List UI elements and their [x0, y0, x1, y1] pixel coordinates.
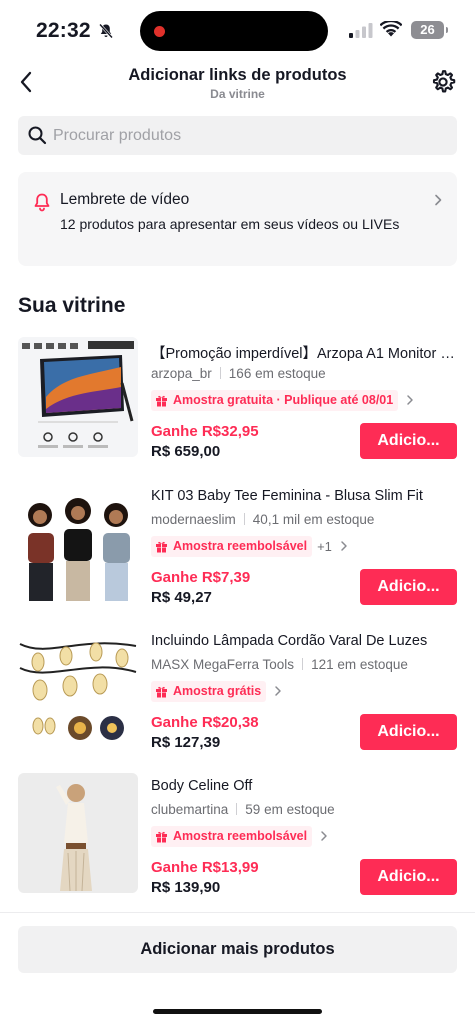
- add-product-button[interactable]: Adicio...: [360, 423, 457, 459]
- product-title: 【Promoção imperdível】Arzopa A1 Monitor P…: [151, 346, 457, 362]
- body-garment-image: [56, 784, 92, 892]
- product-meta: modernaeslim 40,1 mil em estoque: [151, 512, 374, 527]
- add-product-button[interactable]: Adicio...: [360, 714, 457, 750]
- sample-badge: Amostra reembolsável: [151, 535, 313, 557]
- nav-header: Adicionar links de produtos Da vitrine: [0, 58, 475, 108]
- bell-slash-icon: [99, 23, 113, 39]
- gift-icon: [156, 395, 167, 407]
- string-lights-image: [19, 642, 137, 740]
- sample-badge-row[interactable]: Amostra reembolsável +1: [151, 535, 350, 557]
- sample-badge-label: Amostra gratuita · Publique até 08/01: [173, 393, 394, 407]
- product-title: Body Celine Off: [151, 778, 253, 794]
- sample-badge: Amostra reembolsável: [151, 825, 313, 847]
- stock-count: 121 em estoque: [311, 657, 408, 672]
- chevron-right-icon: [341, 541, 347, 551]
- chevron-right-icon: [321, 831, 327, 841]
- signal-icon: [349, 23, 373, 38]
- sample-badge-label: Amostra reembolsável: [173, 829, 308, 843]
- reminder-title: Lembrete de vídeo: [60, 191, 190, 208]
- gift-icon: [156, 831, 167, 843]
- sample-badge-label: Amostra reembolsável: [173, 539, 308, 553]
- gift-icon: [156, 686, 167, 698]
- sample-badge-row[interactable]: Amostra gratuita · Publique até 08/01: [151, 389, 416, 411]
- status-bar: 22:32 26: [0, 0, 475, 58]
- battery-icon: 26: [411, 21, 448, 39]
- chevron-right-icon: [407, 395, 413, 405]
- dynamic-island: [140, 11, 328, 51]
- product-row[interactable]: Body Celine Off clubemartina 59 em estoqu…: [0, 773, 475, 903]
- commission-earn: Ganhe R$20,38: [151, 714, 259, 731]
- product-row[interactable]: Incluindo Lâmpada Cordão Varal De Luzes …: [0, 628, 475, 758]
- sample-badge: Amostra gratuita · Publique até 08/01: [151, 389, 399, 411]
- stock-count: 40,1 mil em estoque: [252, 512, 375, 527]
- monitor-image: [22, 341, 134, 448]
- sample-badge-label: Amostra grátis: [173, 684, 262, 698]
- tees-image: [28, 498, 130, 601]
- stock-count: 166 em estoque: [228, 366, 326, 381]
- extra-badge-count: +1: [317, 538, 332, 554]
- search-bar[interactable]: [18, 116, 457, 155]
- status-time: 22:32: [36, 19, 91, 42]
- product-price: R$ 49,27: [151, 589, 212, 606]
- stock-count: 59 em estoque: [245, 802, 335, 817]
- video-reminder-card[interactable]: Lembrete de vídeo 12 produtos para apres…: [18, 172, 457, 266]
- product-thumbnail: [18, 337, 138, 457]
- add-more-products-button[interactable]: Adicionar mais produtos: [18, 926, 457, 973]
- bell-icon: [34, 193, 50, 212]
- home-indicator[interactable]: [153, 1009, 322, 1014]
- product-row[interactable]: KIT 03 Baby Tee Feminina - Blusa Slim Fi…: [0, 483, 475, 613]
- add-product-button[interactable]: Adicio...: [360, 569, 457, 605]
- chevron-right-icon: [435, 194, 442, 206]
- wifi-icon: [380, 21, 402, 37]
- section-title: Sua vitrine: [18, 294, 126, 317]
- page-subtitle: Da vitrine: [210, 87, 265, 101]
- commission-earn: Ganhe R$7,39: [151, 569, 251, 586]
- seller-name: modernaeslim: [151, 512, 236, 527]
- sample-badge-row[interactable]: Amostra grátis: [151, 680, 284, 702]
- sample-badge: Amostra grátis: [151, 680, 267, 702]
- product-thumbnail: [18, 773, 138, 893]
- product-price: R$ 139,90: [151, 879, 221, 896]
- commission-earn: Ganhe R$32,95: [151, 423, 259, 440]
- chevron-right-icon: [275, 686, 281, 696]
- seller-name: arzopa_br: [151, 366, 212, 381]
- product-meta: arzopa_br 166 em estoque: [151, 366, 326, 381]
- product-meta: clubemartina 59 em estoque: [151, 802, 335, 817]
- commission-earn: Ganhe R$13,99: [151, 859, 259, 876]
- footer-divider: [0, 912, 475, 913]
- recording-dot: [154, 26, 165, 37]
- page-title: Adicionar links de produtos: [128, 66, 347, 84]
- seller-name: clubemartina: [151, 802, 229, 817]
- product-price: R$ 659,00: [151, 443, 221, 460]
- gear-icon[interactable]: [429, 68, 457, 96]
- search-input[interactable]: [53, 116, 443, 155]
- product-thumbnail: [18, 628, 138, 748]
- sample-badge-row[interactable]: Amostra reembolsável: [151, 825, 330, 847]
- gift-icon: [156, 541, 167, 553]
- add-product-button[interactable]: Adicio...: [360, 859, 457, 895]
- product-title: KIT 03 Baby Tee Feminina - Blusa Slim Fi…: [151, 488, 423, 504]
- product-thumbnail: [18, 483, 138, 603]
- product-meta: MASX MegaFerra Tools 121 em estoque: [151, 657, 408, 672]
- seller-name: MASX MegaFerra Tools: [151, 657, 295, 672]
- search-icon: [28, 126, 47, 145]
- product-row[interactable]: 【Promoção imperdível】Arzopa A1 Monitor P…: [0, 337, 475, 467]
- reminder-description: 12 produtos para apresentar em seus víde…: [60, 216, 400, 232]
- product-price: R$ 127,39: [151, 734, 221, 751]
- product-title: Incluindo Lâmpada Cordão Varal De Luzes: [151, 633, 428, 649]
